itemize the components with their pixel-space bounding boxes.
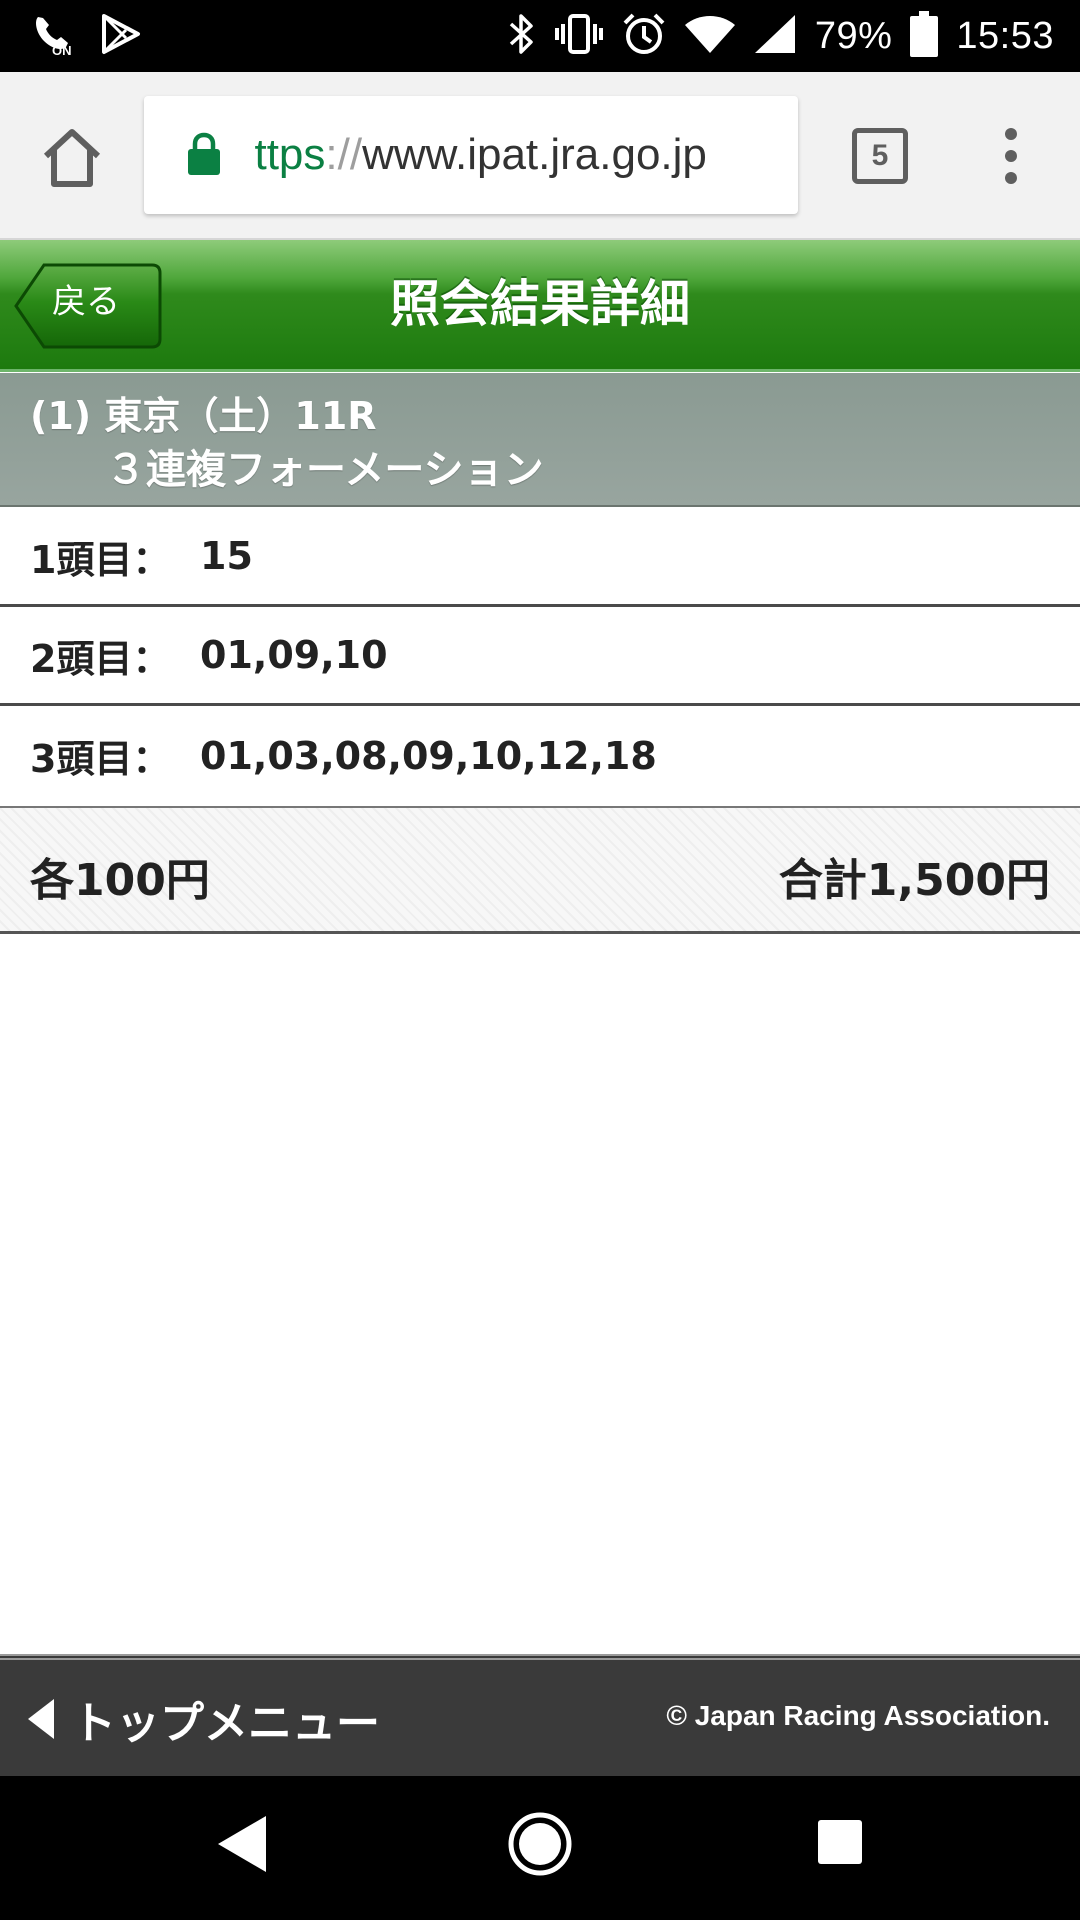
status-time: 15:53 bbox=[956, 14, 1054, 57]
nav-recents-icon bbox=[818, 1820, 862, 1864]
nav-home-icon bbox=[508, 1812, 572, 1876]
amount-row: 各100円 合計1,500円 bbox=[0, 806, 1080, 934]
home-button[interactable] bbox=[38, 124, 106, 192]
status-bar-right: 79% 15:53 bbox=[489, 11, 1054, 61]
page-header: 照会結果詳細 戻る bbox=[0, 240, 1080, 372]
url-text: https://www.ipat.jra.go.jp bbox=[230, 96, 707, 214]
race-header: (1) 東京（土）11R ３連複フォーメーション bbox=[0, 373, 1080, 507]
back-button[interactable]: 戻る bbox=[14, 262, 162, 350]
more-vert-icon bbox=[1005, 128, 1017, 184]
selection-row-3: 3頭目： 01,03,08,09,10,12,18 bbox=[0, 706, 1080, 805]
wifi-icon bbox=[684, 13, 735, 59]
top-menu-link[interactable]: トップメニュー bbox=[28, 1684, 380, 1754]
selection-value: 01,03,08,09,10,12,18 bbox=[200, 733, 657, 778]
vibrate-icon bbox=[554, 12, 603, 60]
nav-back-button[interactable] bbox=[214, 1812, 270, 1880]
status-bar-left: ON bbox=[30, 11, 164, 61]
selection-row-1: 1頭目： 15 bbox=[0, 508, 1080, 607]
selection-label: 1頭目： bbox=[30, 537, 171, 582]
left-triangle-icon bbox=[28, 1699, 54, 1739]
alarm-icon bbox=[621, 11, 667, 61]
selection-label: 3頭目： bbox=[30, 737, 171, 781]
browser-menu-button[interactable] bbox=[996, 124, 1026, 188]
system-nav-bar bbox=[0, 1776, 1080, 1920]
amount-per-bet: 各100円 bbox=[30, 855, 210, 906]
selection-value: 15 bbox=[200, 534, 253, 578]
amount-total: 合計1,500円 bbox=[778, 855, 1050, 906]
lock-icon bbox=[188, 132, 220, 175]
call-on-icon: ON bbox=[30, 11, 76, 61]
play-store-icon bbox=[98, 12, 142, 60]
url-separator: :// bbox=[325, 130, 363, 179]
race-info: (1) 東京（土）11R bbox=[30, 394, 377, 438]
svg-text:ON: ON bbox=[52, 43, 72, 57]
battery-percent: 79% bbox=[814, 14, 893, 57]
address-bar[interactable]: https://www.ipat.jra.go.jp bbox=[144, 96, 798, 214]
battery-icon bbox=[910, 11, 939, 61]
nav-home-button[interactable] bbox=[506, 1810, 574, 1882]
nav-recents-button[interactable] bbox=[816, 1818, 864, 1870]
selection-value: 01,09,10 bbox=[200, 633, 388, 677]
copyright: © Japan Racing Association. bbox=[666, 1700, 1050, 1731]
footer: トップメニュー © Japan Racing Association. bbox=[0, 1654, 1080, 1776]
selection-label: 2頭目： bbox=[30, 636, 171, 681]
bluetooth-icon bbox=[507, 12, 537, 60]
top-menu-label: トップメニュー bbox=[72, 1698, 380, 1749]
home-icon bbox=[43, 129, 101, 187]
nav-back-icon bbox=[218, 1816, 266, 1872]
url-host: www.ipat.jra.go.jp bbox=[362, 130, 707, 179]
selection-row-2: 2頭目： 01,09,10 bbox=[0, 607, 1080, 706]
bet-type: ３連複フォーメーション bbox=[106, 447, 544, 493]
signal-icon bbox=[753, 13, 797, 59]
page-title: 照会結果詳細 bbox=[390, 275, 690, 333]
tab-switcher-button[interactable]: 5 bbox=[852, 128, 908, 184]
browser-toolbar: https://www.ipat.jra.go.jp 5 bbox=[0, 72, 1080, 240]
url-scheme: https bbox=[230, 130, 326, 179]
back-button-label: 戻る bbox=[52, 282, 120, 322]
status-bar: ON 79% 15:53 bbox=[0, 0, 1080, 72]
